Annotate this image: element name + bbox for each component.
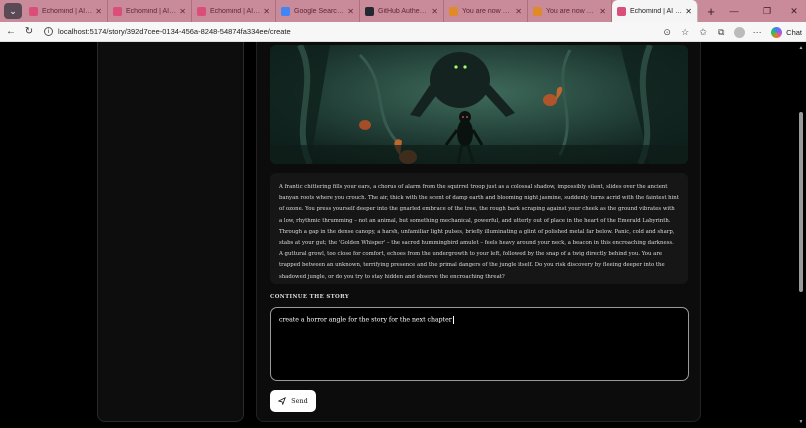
close-tab-icon[interactable]: ✕ (599, 7, 606, 16)
tab-menu-chevron-icon[interactable]: ⌄ (4, 3, 22, 19)
reload-icon[interactable]: ↻ (20, 23, 38, 41)
tab-label: Echomind | AI Story (630, 7, 682, 15)
close-tab-icon[interactable]: ✕ (347, 7, 354, 16)
tab-favicon-icon (365, 6, 374, 16)
tab-label: You are now auth (462, 7, 513, 15)
browser-tab-bar: ⌄ Echomind | AI Stor✕Echomind | AI Stor✕… (0, 0, 806, 22)
tab-label: Echomind | AI Stor (42, 7, 92, 15)
browser-tab[interactable]: Echomind | AI Stor✕ (192, 0, 276, 22)
close-tab-icon[interactable]: ✕ (95, 7, 102, 16)
browser-tab[interactable]: Google Search - St✕ (276, 0, 360, 22)
tab-favicon-icon (533, 6, 542, 16)
browser-tab[interactable]: You are now auth ✕ (444, 0, 528, 22)
tab-favicon-icon (29, 6, 38, 16)
tab-label: Echomind | AI Stor (210, 7, 260, 15)
new-tab-plus-icon[interactable]: + (702, 2, 720, 20)
close-tab-icon[interactable]: ✕ (431, 7, 438, 16)
close-window-icon[interactable]: ✕ (780, 0, 806, 22)
tab-label: GitHub Authentic (378, 7, 429, 15)
story-paragraph: A frantic chittering fills your ears, a … (279, 184, 679, 280)
settings-more-icon[interactable]: ⋯ (749, 24, 765, 40)
bookmark-star-icon[interactable]: ☆ (677, 24, 693, 40)
back-arrow-icon[interactable]: ← (2, 23, 20, 41)
page-viewport: A frantic chittering fills your ears, a … (0, 42, 806, 428)
tab-favicon-icon (197, 6, 206, 16)
continue-story-label: CONTINUE THE STORY (270, 294, 350, 300)
minimize-window-icon[interactable]: — (720, 0, 748, 22)
left-sidebar-panel (97, 42, 244, 422)
text-caret (452, 316, 454, 324)
send-button[interactable]: Send (270, 390, 316, 412)
story-panel: A frantic chittering fills your ears, a … (256, 42, 701, 422)
continue-story-input-value: create a horror angle for the story for … (279, 316, 452, 324)
copilot-chat-button[interactable]: Chat (771, 26, 802, 38)
url-field[interactable]: i localhost:5174/story/392d7cee-0134-456… (44, 27, 291, 36)
tab-label: Google Search - St (294, 7, 344, 15)
send-paper-plane-icon (278, 397, 287, 405)
close-tab-icon[interactable]: ✕ (685, 7, 692, 16)
tab-label: Echomind | AI Stor (126, 7, 176, 15)
browser-tab[interactable]: You are now auth ✕ (528, 0, 612, 22)
address-bar: ← ↻ i localhost:5174/story/392d7cee-0134… (0, 22, 806, 42)
browser-tab[interactable]: Echomind | AI Stor✕ (108, 0, 192, 22)
close-tab-icon[interactable]: ✕ (515, 7, 522, 16)
send-label: Send (291, 397, 308, 405)
tab-favicon-icon (113, 6, 122, 16)
copilot-icon (771, 26, 783, 38)
tab-favicon-icon (449, 6, 458, 16)
more-options-circle-icon[interactable]: ⊙ (659, 24, 675, 40)
tab-label: You are now auth (546, 7, 597, 15)
url-text: localhost:5174/story/392d7cee-0134-456a-… (58, 27, 291, 36)
chat-label: Chat (786, 27, 802, 37)
story-text-card: A frantic chittering fills your ears, a … (270, 173, 688, 284)
echomind-favicon-icon (617, 6, 626, 16)
site-info-icon[interactable]: i (44, 27, 53, 36)
close-tab-icon[interactable]: ✕ (263, 7, 270, 16)
scroll-up-arrow-icon[interactable]: ▲ (798, 45, 804, 51)
tab-active[interactable]: Echomind | AI Story ✕ (612, 0, 698, 22)
maximize-window-icon[interactable]: ❐ (753, 0, 781, 22)
story-illustration (270, 45, 688, 164)
tab-favicon-icon (281, 6, 290, 16)
close-tab-icon[interactable]: ✕ (179, 7, 186, 16)
browser-tab[interactable]: GitHub Authentic ✕ (360, 0, 444, 22)
page-scrollbar[interactable]: ▲ ▼ (798, 42, 804, 428)
scrollbar-thumb[interactable] (799, 112, 803, 292)
browser-tab[interactable]: Echomind | AI Stor✕ (24, 0, 108, 22)
scroll-down-arrow-icon[interactable]: ▼ (798, 419, 804, 425)
profile-avatar-icon[interactable] (731, 24, 747, 40)
favorites-icon[interactable]: ✩ (695, 24, 711, 40)
collections-icon[interactable]: ⧉ (713, 24, 729, 40)
continue-story-input[interactable]: create a horror angle for the story for … (270, 307, 689, 381)
